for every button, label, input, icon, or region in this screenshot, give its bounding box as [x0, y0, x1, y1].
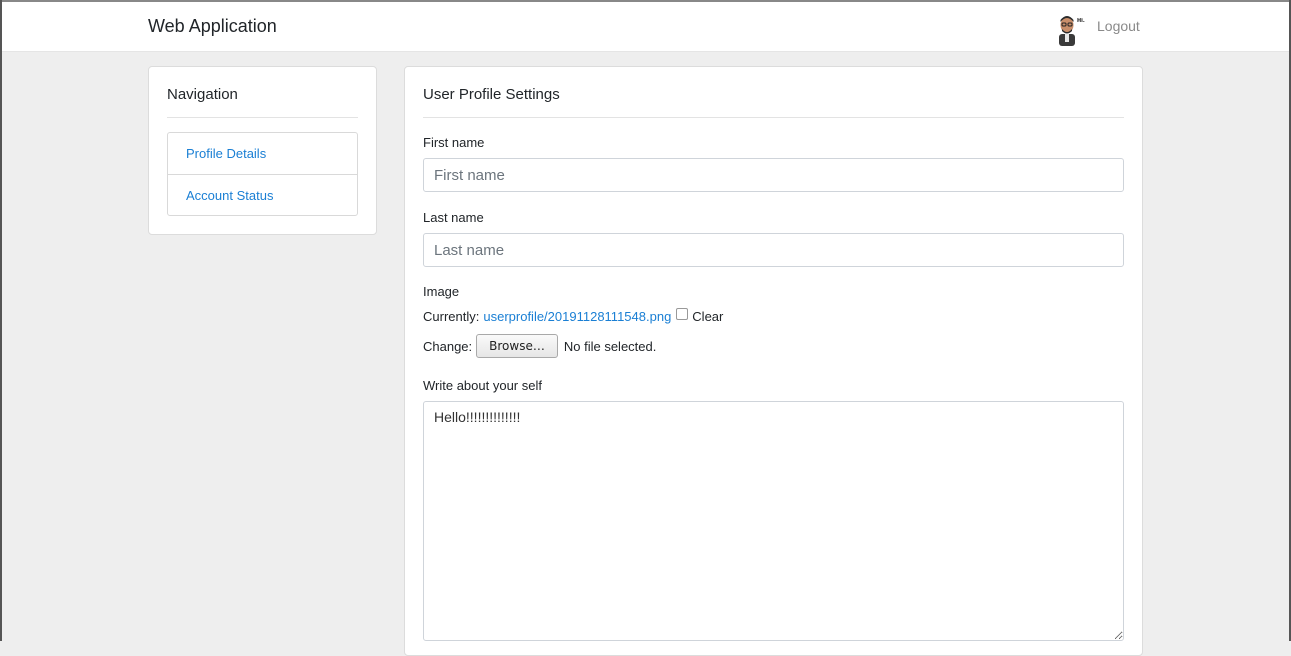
- currently-label: Currently:: [423, 309, 480, 324]
- profile-settings-title: User Profile Settings: [423, 86, 560, 103]
- about-textarea[interactable]: Hello!!!!!!!!!!!!!!: [423, 401, 1124, 641]
- current-image-row: Currently: userprofile/20191128111548.pn…: [423, 307, 723, 324]
- window-left-edge: [0, 0, 2, 641]
- browse-button[interactable]: Browse…: [476, 334, 558, 358]
- navigation-card: Navigation Profile Details Account Statu…: [148, 66, 377, 235]
- first-name-input[interactable]: [423, 158, 1124, 192]
- first-name-label: First name: [423, 135, 485, 150]
- navigation-title: Navigation: [167, 86, 238, 103]
- navigation-list: Profile Details Account Status: [167, 132, 358, 216]
- divider: [423, 117, 1124, 118]
- last-name-input[interactable]: [423, 233, 1124, 267]
- profile-settings-card: User Profile Settings First name Last na…: [404, 66, 1143, 656]
- last-name-label: Last name: [423, 210, 484, 225]
- svg-text:Hi.: Hi.: [1077, 18, 1085, 24]
- logout-link[interactable]: Logout: [1097, 18, 1140, 34]
- change-label: Change:: [423, 338, 473, 354]
- nav-item-profile-details[interactable]: Profile Details: [168, 133, 357, 174]
- no-file-selected-text: No file selected.: [563, 338, 657, 354]
- about-label: Write about your self: [423, 378, 542, 393]
- image-label: Image: [423, 284, 460, 299]
- brand-title[interactable]: Web Application: [148, 16, 277, 37]
- clear-checkbox[interactable]: [676, 307, 689, 320]
- navbar: Web Application Hi. Logout: [2, 2, 1289, 52]
- clear-label[interactable]: Clear: [692, 309, 723, 324]
- change-image-row: Change: Browse… No file selected.: [423, 334, 656, 358]
- current-image-link[interactable]: userprofile/20191128111548.png: [483, 309, 671, 324]
- avatar-hi-icon[interactable]: Hi.: [1055, 14, 1085, 46]
- divider: [167, 117, 358, 118]
- nav-item-account-status[interactable]: Account Status: [168, 174, 357, 215]
